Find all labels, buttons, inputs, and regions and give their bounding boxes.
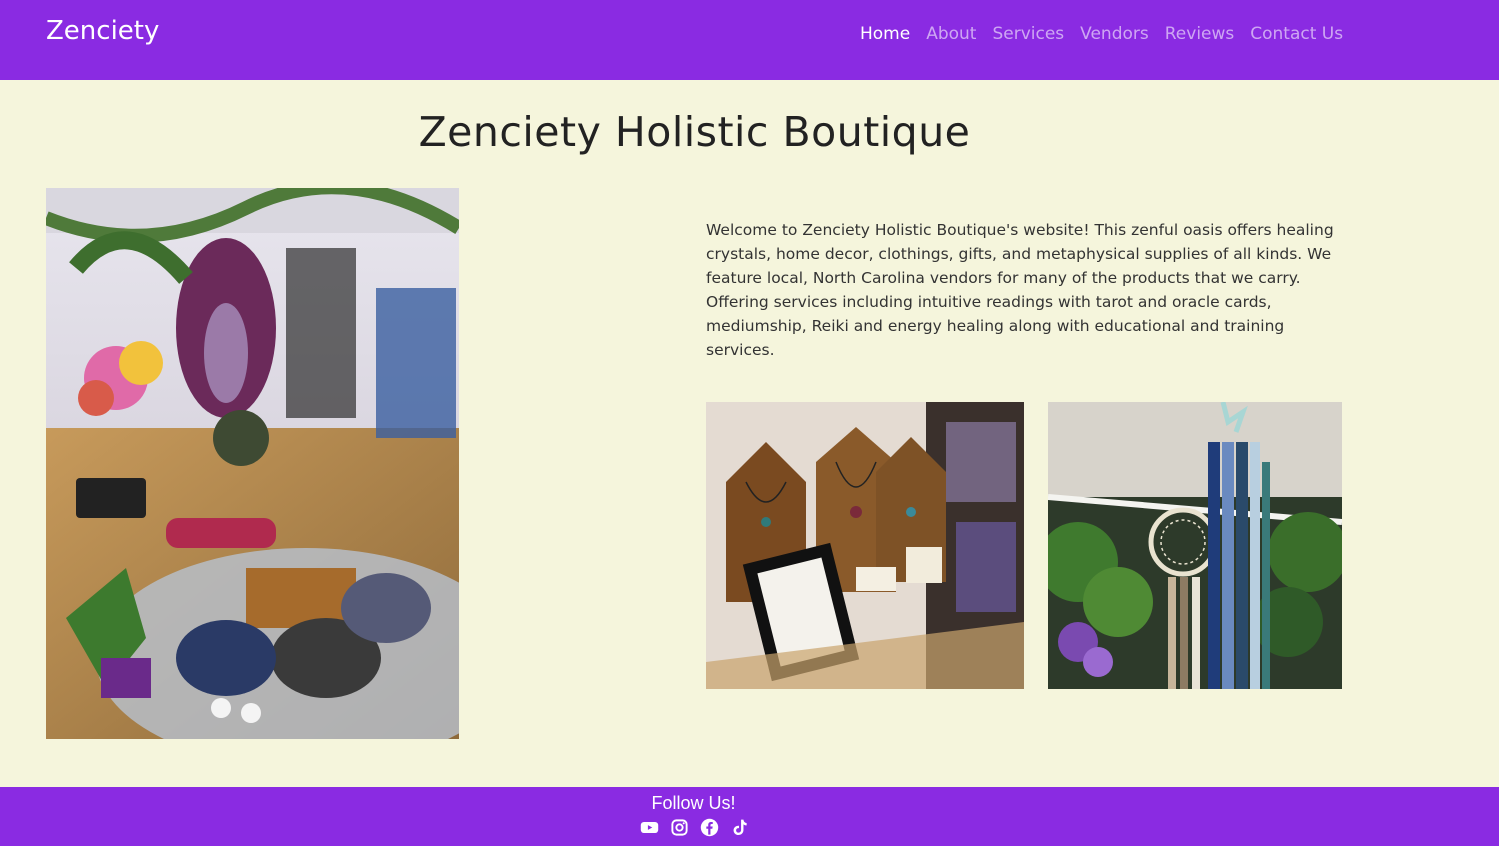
nav-item-services[interactable]: Services	[992, 24, 1064, 44]
social-links	[640, 818, 749, 837]
dreamcatcher-photo	[1048, 402, 1342, 689]
intro-paragraph: Welcome to Zenciety Holistic Boutique's …	[706, 221, 1334, 359]
nav-item-contact[interactable]: Contact Us	[1250, 24, 1343, 44]
nav-item-about[interactable]: About	[926, 24, 976, 44]
facebook-icon[interactable]	[700, 818, 719, 837]
navbar: Zenciety Home About Services Vendors Rev…	[0, 0, 1499, 80]
page-title: Zenciety Holistic Boutique	[418, 108, 971, 156]
nav-item-reviews[interactable]: Reviews	[1165, 24, 1235, 44]
tiktok-icon[interactable]	[730, 818, 749, 837]
instagram-icon[interactable]	[670, 818, 689, 837]
follow-us-label: Follow Us!	[651, 793, 736, 813]
nav-item-vendors[interactable]: Vendors	[1080, 24, 1149, 44]
nav-links: Home About Services Vendors Reviews Cont…	[860, 24, 1343, 44]
nav-item-home[interactable]: Home	[860, 24, 910, 44]
store-interior-photo	[46, 188, 459, 739]
brand-link[interactable]: Zenciety	[46, 16, 159, 46]
youtube-icon[interactable]	[640, 818, 659, 837]
jewelry-display-photo	[706, 402, 1024, 689]
footer: Follow Us!	[0, 787, 1499, 846]
